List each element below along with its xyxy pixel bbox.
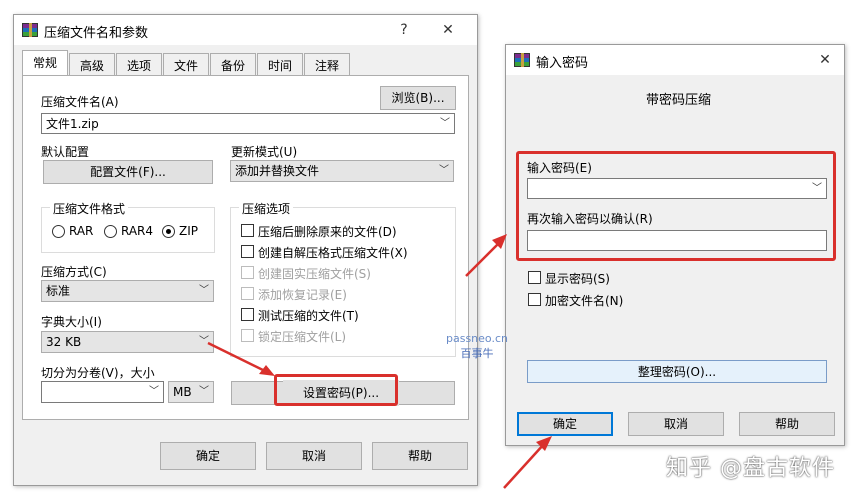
delete-after-label: 压缩后删除原来的文件(D) [258,225,397,239]
format-zip-radio[interactable] [162,225,175,238]
tab-options[interactable]: 选项 [116,53,162,75]
split-unit-select[interactable]: MB ﹀ [168,381,214,403]
help-button[interactable]: 帮助 [372,442,468,470]
brand-watermark: 知乎 @盘古软件 [666,456,835,481]
password-dialog-title: 输入密码 [536,56,589,71]
tab-time[interactable]: 时间 [257,53,303,75]
tab-files[interactable]: 文件 [163,53,209,75]
archive-settings-dialog: 压缩文件名和参数 ? ✕ 常规 高级 选项 文件 备份 时间 注释 压缩文件名(… [13,14,478,486]
password-help-button[interactable]: 帮助 [739,412,835,436]
watermark-line2: 百事牛 [460,347,494,360]
format-zip-label: ZIP [179,224,198,238]
tab-advanced[interactable]: 高级 [69,53,115,75]
split-label: 切分为分卷(V)，大小 [41,366,155,380]
dialog-title: 压缩文件名和参数 [44,26,149,41]
sfx-label: 创建自解压格式压缩文件(X) [258,246,408,260]
encrypt-names-label: 加密文件名(N) [545,294,624,308]
update-mode-label: 更新模式(U) [231,145,298,159]
watermark: passneo.cn 百事牛 [432,332,522,361]
format-group: 压缩文件格式 RAR RAR4 ZIP [41,200,215,253]
arrow-to-set-password [207,341,275,376]
close-icon[interactable]: ✕ [814,49,836,71]
ok-button[interactable]: 确定 [160,442,256,470]
winrar-icon [514,53,530,67]
options-group-title: 压缩选项 [239,200,294,217]
update-mode-value: 添加并替换文件 [235,164,320,178]
watermark-line1: passneo.cn [446,332,508,345]
password-heading: 带密码压缩 [646,93,712,108]
solid-checkbox [241,266,254,279]
password-cancel-button[interactable]: 取消 [628,412,724,436]
archive-name-value: 文件1.zip [46,117,99,131]
winrar-icon [22,23,38,37]
browse-button[interactable]: 浏览(B)... [380,86,456,110]
chevron-down-icon[interactable]: ﹀ [439,163,449,179]
split-size-combo[interactable]: ﹀ [41,381,164,403]
options-group: 压缩选项 压缩后删除原来的文件(D) 创建自解压格式压缩文件(X) 创建固实压缩… [230,200,456,357]
format-group-title: 压缩文件格式 [50,200,129,217]
solid-label: 创建固实压缩文件(S) [258,267,371,281]
chevron-down-icon[interactable]: ﹀ [199,283,209,299]
test-label: 测试压缩的文件(T) [258,309,359,323]
arrow-to-password-dialog [465,234,507,277]
recovery-label: 添加恢复记录(E) [258,288,347,302]
dict-label: 字典大小(I) [41,315,102,329]
archive-name-label: 压缩文件名(A) [41,95,119,109]
password-title-bar: 输入密码 ✕ [506,45,844,75]
set-password-highlight [274,374,398,406]
tab-comment[interactable]: 注释 [304,53,350,75]
format-rar-label: RAR [69,224,94,238]
close-icon[interactable]: ✕ [437,19,459,41]
dict-select[interactable]: 32 KB ﹀ [41,331,214,353]
format-rar4-label: RAR4 [121,224,154,238]
update-mode-select[interactable]: 添加并替换文件 ﹀ [230,160,454,182]
split-unit-value: MB [173,385,192,399]
password-fields-highlight [516,151,836,261]
help-icon[interactable]: ? [393,19,415,41]
tab-backup[interactable]: 备份 [210,53,256,75]
profiles-button[interactable]: 配置文件(F)... [43,160,213,184]
method-value: 标准 [46,284,71,298]
method-select[interactable]: 标准 ﹀ [41,280,214,302]
organize-passwords-button[interactable]: 整理密码(O)... [527,360,827,383]
default-profile-label: 默认配置 [41,145,90,159]
format-rar4-radio[interactable] [104,225,117,238]
cancel-button[interactable]: 取消 [266,442,362,470]
format-rar-radio[interactable] [52,225,65,238]
recovery-checkbox [241,287,254,300]
test-checkbox[interactable] [241,308,254,321]
delete-after-checkbox[interactable] [241,224,254,237]
tab-general[interactable]: 常规 [22,50,68,76]
chevron-down-icon[interactable]: ﹀ [199,384,209,400]
show-password-checkbox[interactable] [528,271,541,284]
arrow-to-ok-button [503,436,552,489]
chevron-down-icon[interactable]: ﹀ [149,384,159,400]
chevron-down-icon[interactable]: ﹀ [440,116,450,132]
encrypt-names-checkbox[interactable] [528,293,541,306]
title-bar: 压缩文件名和参数 ? ✕ [14,15,477,45]
method-label: 压缩方式(C) [41,265,107,279]
show-password-label: 显示密码(S) [545,272,610,286]
sfx-checkbox[interactable] [241,245,254,258]
archive-name-combo[interactable]: 文件1.zip ﹀ [41,113,455,134]
dict-value: 32 KB [46,335,82,349]
